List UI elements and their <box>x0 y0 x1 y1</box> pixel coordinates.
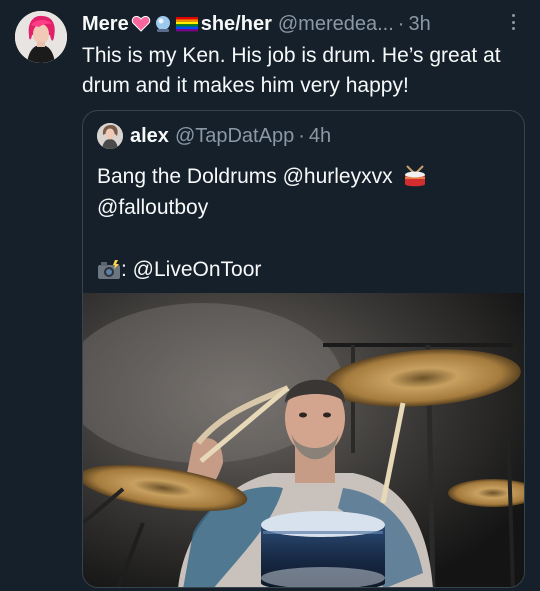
tweet-header: Mere she/her @meredea... · 3h <box>82 10 532 38</box>
tweet-text: This is my Ken. His job is drum. He’s gr… <box>82 44 501 97</box>
quoted-text-line-1: Bang the Doldrums @hurleyxvx <box>97 161 507 192</box>
quoted-text-line-1-content: Bang the Doldrums @hurleyxvx <box>97 165 393 188</box>
quoted-author-handle[interactable]: @TapDatApp <box>175 125 294 148</box>
quoted-text-line-3-content: : @LiveOnToor <box>121 258 262 281</box>
tweet-timestamp[interactable]: 3h <box>408 13 430 36</box>
author-display-name[interactable]: Mere <box>82 13 129 36</box>
author-pronouns: she/her <box>200 12 272 35</box>
quoted-tweet-text: Bang the Doldrums @hurleyxvx @falloutboy <box>97 161 507 285</box>
drum-icon <box>402 164 428 190</box>
quoted-tweet-timestamp[interactable]: 4h <box>309 125 331 148</box>
tweet[interactable]: Mere she/her @meredea... · 3h This is my… <box>0 0 540 591</box>
camera-with-flash-icon <box>97 258 121 282</box>
quoted-author-avatar[interactable] <box>97 123 123 149</box>
pink-heart-icon <box>131 14 151 34</box>
quoted-separator-dot: · <box>298 124 305 147</box>
quoted-text-line-3: : @LiveOnToor <box>97 254 507 285</box>
author-handle[interactable]: @meredea... <box>278 13 394 36</box>
drummer-photo <box>83 293 524 587</box>
quoted-tweet-media-image[interactable] <box>83 293 524 587</box>
quoted-author-name[interactable]: alex <box>130 125 169 148</box>
more-options-icon[interactable] <box>504 12 522 32</box>
author-avatar[interactable] <box>15 11 67 63</box>
crystal-ball-icon <box>153 14 173 34</box>
rainbow-flag-icon <box>175 14 198 34</box>
quoted-text-blank-line <box>97 223 507 254</box>
quoted-text-line-2: @falloutboy <box>97 196 209 219</box>
separator-dot: · <box>397 12 405 35</box>
quoted-tweet-header: alex @TapDatApp · 4h <box>97 123 331 149</box>
quoted-tweet[interactable]: alex @TapDatApp · 4h Bang the Doldrums @… <box>82 110 525 588</box>
